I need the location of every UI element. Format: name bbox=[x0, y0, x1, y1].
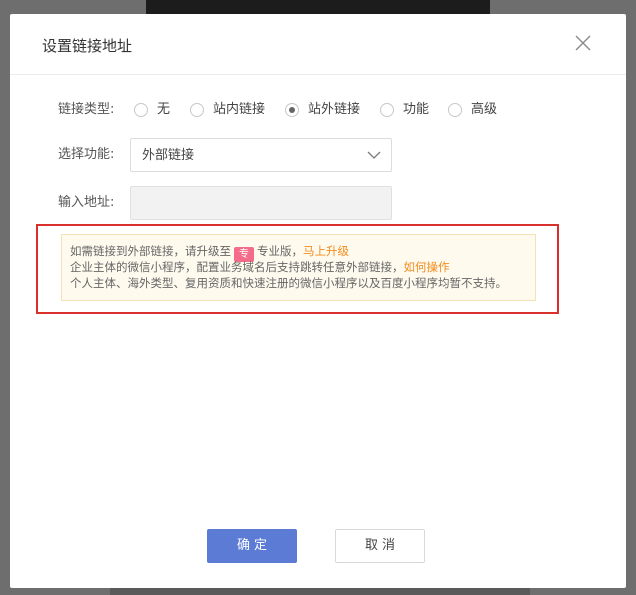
dialog-header: 设置链接地址 bbox=[10, 14, 626, 75]
link-type-label: 链接类型: bbox=[58, 102, 115, 117]
notice-line-2-text: 企业主体的微信小程序，配置业务域名后支持跳转任意外部链接， bbox=[70, 260, 404, 274]
close-icon bbox=[575, 35, 591, 51]
radio-none[interactable]: 无 bbox=[134, 101, 170, 119]
radio-internal-link-label: 站内链接 bbox=[213, 102, 266, 117]
upgrade-notice: 如需链接到外部链接，请升级至专专业版，马上升级 企业主体的微信小程序，配置业务域… bbox=[61, 234, 536, 301]
confirm-button[interactable]: 确定 bbox=[207, 529, 297, 563]
radio-external-link-circle[interactable] bbox=[285, 103, 299, 117]
address-row: 输入地址: bbox=[10, 186, 626, 220]
dialog-title: 设置链接地址 bbox=[42, 37, 133, 55]
notice-line-1-prefix: 如需链接到外部链接，请升级至 bbox=[70, 244, 231, 258]
cancel-button[interactable]: 取消 bbox=[335, 529, 425, 563]
function-select-value: 外部链接 bbox=[142, 148, 195, 163]
link-type-row: 链接类型: 无 站内链接 站外链接 功能 高级 bbox=[10, 101, 626, 119]
radio-internal-link[interactable]: 站内链接 bbox=[190, 101, 265, 119]
upgrade-now-link[interactable]: 马上升级 bbox=[303, 244, 349, 258]
backdrop-bottom bbox=[110, 588, 530, 595]
notice-line-1-suffix: 专业版， bbox=[257, 244, 303, 258]
notice-line-3: 个人主体、海外类型、复用资质和快速注册的微信小程序以及百度小程序均暂不支持。 bbox=[70, 276, 507, 290]
radio-function[interactable]: 功能 bbox=[380, 101, 429, 119]
how-to-link[interactable]: 如何操作 bbox=[404, 260, 450, 274]
radio-advanced-circle[interactable] bbox=[448, 103, 462, 117]
notice-line-2: 企业主体的微信小程序，配置业务域名后支持跳转任意外部链接，如何操作 bbox=[70, 259, 535, 275]
chevron-down-icon bbox=[367, 150, 381, 160]
radio-internal-link-circle[interactable] bbox=[190, 103, 204, 117]
link-settings-dialog: 设置链接地址 链接类型: 无 站内链接 站外链接 功能 高级 选择功能: 外部链… bbox=[10, 14, 626, 588]
function-row: 选择功能: 外部链接 bbox=[10, 138, 626, 172]
notice-line-1: 如需链接到外部链接，请升级至专专业版，马上升级 bbox=[70, 243, 535, 262]
radio-function-circle[interactable] bbox=[380, 103, 394, 117]
radio-none-circle[interactable] bbox=[134, 103, 148, 117]
function-select[interactable]: 外部链接 bbox=[130, 138, 392, 172]
radio-advanced[interactable]: 高级 bbox=[448, 101, 497, 119]
backdrop-top bbox=[146, 0, 490, 14]
radio-external-link-label: 站外链接 bbox=[308, 102, 361, 117]
function-label: 选择功能: bbox=[58, 147, 115, 162]
radio-function-label: 功能 bbox=[403, 102, 430, 117]
radio-advanced-label: 高级 bbox=[471, 102, 498, 117]
radio-none-label: 无 bbox=[157, 102, 171, 117]
address-label: 输入地址: bbox=[58, 195, 115, 210]
close-button[interactable] bbox=[572, 32, 594, 54]
address-input[interactable] bbox=[130, 186, 392, 220]
radio-external-link[interactable]: 站外链接 bbox=[285, 101, 360, 119]
